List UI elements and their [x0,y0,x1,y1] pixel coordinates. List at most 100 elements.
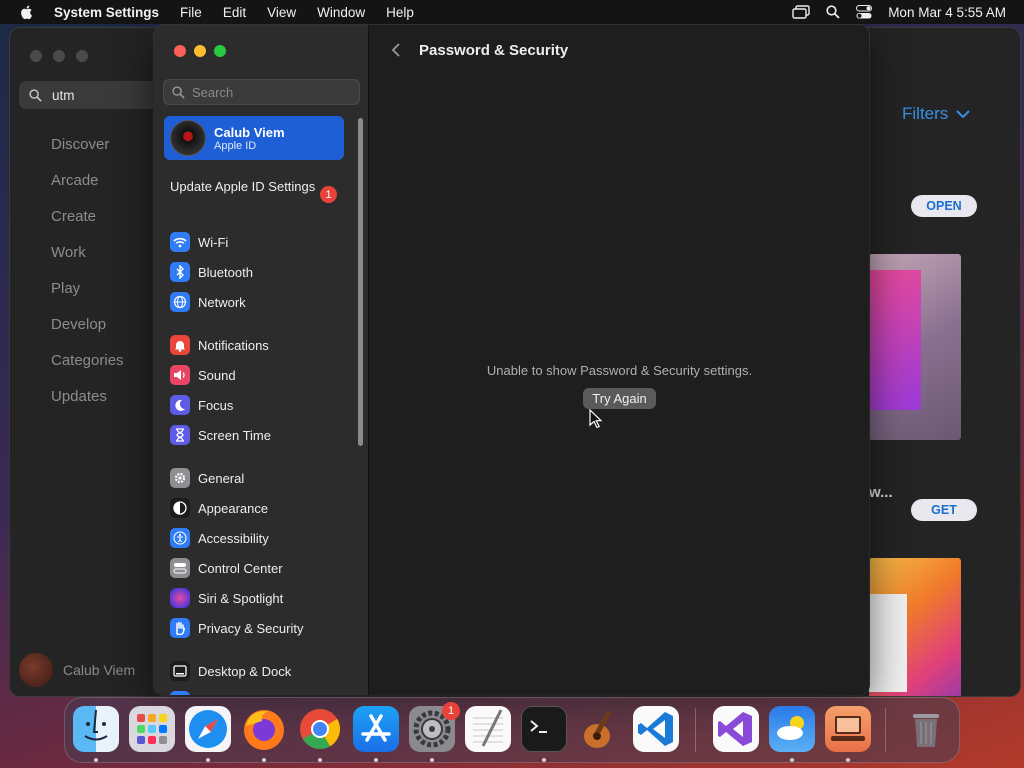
traffic-lights [174,45,226,57]
trash-icon[interactable] [903,706,949,752]
hourglass-icon [170,425,190,445]
app-store-search-field[interactable]: utm [19,81,169,109]
firefox-icon[interactable] [241,706,287,752]
desktop-icon [170,661,190,681]
filters-button[interactable]: Filters [902,104,970,124]
vscode-icon[interactable] [633,706,679,752]
screen-mirroring-icon[interactable] [792,5,810,19]
menu-window[interactable]: Window [317,5,365,20]
menu-help[interactable]: Help [386,5,414,20]
sidebar-item-siri-spotlight[interactable]: Siri & Spotlight [170,586,350,610]
mouse-pointer-icon [589,409,603,429]
apple-logo-icon[interactable] [19,4,35,20]
minimize-button[interactable] [194,45,206,57]
sidebar-item-label: Focus [198,397,234,413]
sidebar-item-label: Desktop & Dock [198,663,292,679]
nav-updates[interactable]: Updates [51,388,124,424]
sidebar-item-label: Wi-Fi [198,234,229,250]
open-button[interactable]: OPEN [911,195,977,217]
update-apple-id-item[interactable]: Update Apple ID Settings [170,179,345,195]
sidebar-item-label: General [198,470,245,486]
menu-view[interactable]: View [267,5,296,20]
nav-create[interactable]: Create [51,208,124,244]
sidebar-item-label: Accessibility [198,530,269,546]
chevron-left-icon[interactable] [390,42,402,58]
nav-develop[interactable]: Develop [51,316,124,352]
app-store-icon[interactable] [353,706,399,752]
sidebar-item-label: Network [198,294,246,310]
app-store-traffic-lights[interactable] [30,50,88,62]
remote-desktop-icon[interactable] [825,706,871,752]
visual-studio-icon[interactable] [713,706,759,752]
sidebar-item-notifications[interactable]: Notifications [170,333,350,357]
app-title-truncated: w... [869,484,893,501]
sidebar-item-label: Notifications [198,337,269,353]
get-button[interactable]: GET [911,499,977,521]
sidebar-item-general[interactable]: General [170,466,350,490]
sidebar-item-sound[interactable]: Sound [170,363,350,387]
siri-icon [170,588,190,608]
sidebar-item-partial[interactable] [170,689,350,695]
garageband-icon[interactable] [577,706,623,752]
sidebar-item-screen-time[interactable]: Screen Time [170,423,350,447]
chrome-icon[interactable] [297,706,343,752]
sidebar-item-label: Appearance [198,500,269,516]
app-screenshot[interactable] [869,254,961,440]
menu-app-name[interactable]: System Settings [54,5,159,20]
terminal-icon[interactable] [521,706,567,752]
sidebar-item-appearance[interactable]: Appearance [170,496,350,520]
globe-icon [170,292,190,312]
control-center-icon[interactable] [856,5,873,19]
system-settings-window: Search Calub Viem Apple ID Update Apple … [154,25,869,695]
nav-categories[interactable]: Categories [51,352,124,388]
nav-work[interactable]: Work [51,244,124,280]
nav-arcade[interactable]: Arcade [51,172,124,208]
page-title: Password & Security [419,42,569,59]
sidebar-item-wifi[interactable]: Wi-Fi [170,230,350,254]
search-icon [29,88,42,102]
bell-icon [170,335,190,355]
filters-label: Filters [902,104,949,123]
wifi-icon [170,232,190,252]
appearance-icon [170,498,190,518]
accessibility-icon [170,528,190,548]
launchpad-icon[interactable] [129,706,175,752]
app-screenshot[interactable] [869,558,961,696]
close-button[interactable] [174,45,186,57]
sidebar-item-network[interactable]: Network [170,290,350,314]
app-store-search-value: utm [52,87,75,103]
app-store-nav: Discover Arcade Create Work Play Develop… [51,136,124,424]
try-again-button[interactable]: Try Again [583,388,656,409]
sidebar-item-bluetooth[interactable]: Bluetooth [170,260,350,284]
account-name: Calub Viem [63,662,136,678]
menu-bar: System Settings File Edit View Window He… [0,0,1024,24]
app-store-account[interactable]: Calub Viem [19,653,135,687]
sidebar-item-control-center[interactable]: Control Center [170,556,350,580]
safari-icon[interactable] [185,706,231,752]
menu-clock[interactable]: Mon Mar 4 5:55 AM [888,5,1006,20]
nav-discover[interactable]: Discover [51,136,124,172]
sidebar-item-label: Sound [198,367,236,383]
weather-icon[interactable] [769,706,815,752]
sidebar-search-field[interactable]: Search [163,79,360,105]
nav-play[interactable]: Play [51,280,124,316]
finder-icon[interactable] [73,706,119,752]
zoom-button[interactable] [214,45,226,57]
sidebar-item-label: Siri & Spotlight [198,590,284,606]
settings-sidebar: Search Calub Viem Apple ID Update Apple … [154,25,369,695]
spotlight-search-icon[interactable] [826,5,840,19]
apple-id-item[interactable]: Calub Viem Apple ID [164,116,344,160]
sidebar-item-focus[interactable]: Focus [170,393,350,417]
sidebar-scrollbar[interactable] [358,118,363,446]
dock: 1 [64,697,960,763]
sidebar-item-label: Privacy & Security [198,620,304,636]
sidebar-item-privacy-security[interactable]: Privacy & Security [170,616,350,640]
sidebar-item-desktop-dock[interactable]: Desktop & Dock [170,659,350,683]
menu-edit[interactable]: Edit [223,5,246,20]
sidebar-item-accessibility[interactable]: Accessibility [170,526,350,550]
menu-file[interactable]: File [180,5,202,20]
update-badge: 1 [320,186,337,203]
textedit-icon[interactable] [465,706,511,752]
search-placeholder: Search [192,84,234,100]
search-icon [172,85,185,99]
